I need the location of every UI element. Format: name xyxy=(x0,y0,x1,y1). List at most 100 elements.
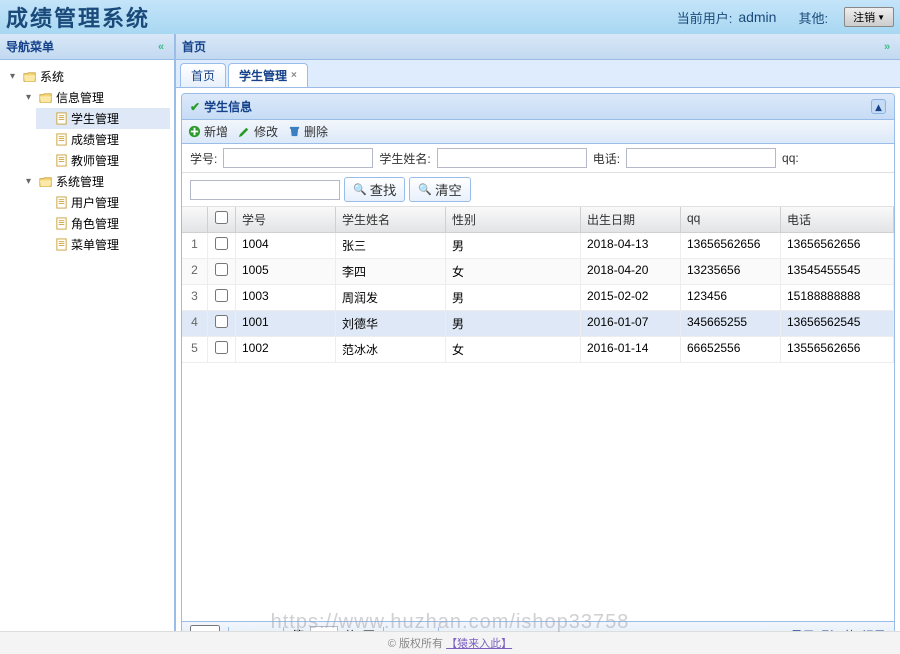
page-icon xyxy=(55,238,68,251)
find-button[interactable]: 🔍 查找 xyxy=(344,177,405,202)
col-tel[interactable]: 电话 xyxy=(781,207,894,232)
tree-node-user-mgmt[interactable]: 用户管理 xyxy=(36,192,170,213)
nav-tree: ▾ 系统 ▾ 信息管理 学生管理 xyxy=(0,60,174,654)
table-row[interactable]: 51002范冰冰女2016-01-146665255613556562656 xyxy=(182,337,894,363)
folder-open-icon xyxy=(23,71,37,83)
row-checkbox[interactable] xyxy=(215,341,228,354)
folder-open-icon xyxy=(39,92,53,104)
collapse-left-icon[interactable]: « xyxy=(154,41,168,53)
col-name[interactable]: 学生姓名 xyxy=(336,207,446,232)
clear-button[interactable]: 🔍 清空 xyxy=(409,177,470,202)
tab-student-mgmt[interactable]: 学生管理 × xyxy=(228,63,308,87)
row-checkbox[interactable] xyxy=(215,237,228,250)
cell-birth: 2016-01-14 xyxy=(581,337,681,362)
app-header: 成绩管理系统 当前用户: admin 其他: 注销 ▼ xyxy=(0,0,900,34)
tree-toggle-icon[interactable]: ▾ xyxy=(26,176,36,187)
cell-tel: 13556562656 xyxy=(781,337,894,362)
select-all-checkbox[interactable] xyxy=(215,211,228,224)
close-icon[interactable]: × xyxy=(291,70,297,81)
current-user-name: admin xyxy=(738,9,776,25)
cell-tel: 13656562545 xyxy=(781,311,894,336)
page-icon xyxy=(55,154,68,167)
cell-qq: 13656562656 xyxy=(681,233,781,258)
cell-id: 1001 xyxy=(236,311,336,336)
tree-node-grade-mgmt[interactable]: 成绩管理 xyxy=(36,129,170,150)
search-row-1: 学号: 学生姓名: 电话: qq: xyxy=(182,144,894,173)
search-icon: 🔍 xyxy=(353,183,367,196)
cell-name: 周润发 xyxy=(336,285,446,310)
search-name-input[interactable] xyxy=(437,148,587,168)
tab-home[interactable]: 首页 xyxy=(180,63,226,87)
search-qq-input[interactable] xyxy=(190,180,340,200)
table-row[interactable]: 31003周润发男2015-02-0212345615188888888 xyxy=(182,285,894,311)
student-info-panel: ✔ 学生信息 ▴ 新增 修改 删除 学号: xyxy=(181,93,895,649)
cell-sex: 男 xyxy=(446,285,581,310)
tree-label: 教师管理 xyxy=(71,152,119,169)
edit-button[interactable]: 修改 xyxy=(238,123,278,140)
tree-node-system[interactable]: ▾ 系统 xyxy=(4,66,170,87)
cell-birth: 2018-04-20 xyxy=(581,259,681,284)
col-birth[interactable]: 出生日期 xyxy=(581,207,681,232)
cell-name: 范冰冰 xyxy=(336,337,446,362)
search-id-label: 学号: xyxy=(190,150,217,167)
main-title: 首页 xyxy=(182,38,206,55)
row-number: 5 xyxy=(182,337,208,362)
cell-tel: 13656562656 xyxy=(781,233,894,258)
footer: © 版权所有 【猿来入此】 xyxy=(0,631,900,654)
col-sex[interactable]: 性别 xyxy=(446,207,581,232)
tabs-bar: 首页 学生管理 × xyxy=(176,60,900,88)
tree-label: 菜单管理 xyxy=(71,236,119,253)
grid-header: 学号 学生姓名 性别 出生日期 qq 电话 xyxy=(182,207,894,233)
cell-qq: 13235656 xyxy=(681,259,781,284)
find-label: 查找 xyxy=(370,180,397,199)
table-row[interactable]: 41001刘德华男2016-01-0734566525513656562545 xyxy=(182,311,894,337)
row-checkbox[interactable] xyxy=(215,289,228,302)
page-icon xyxy=(55,196,68,209)
cell-tel: 13545455545 xyxy=(781,259,894,284)
logout-label: 注销 xyxy=(853,9,875,25)
collapse-up-icon[interactable]: ▴ xyxy=(871,99,886,114)
tab-label: 学生管理 xyxy=(239,67,287,84)
cell-qq: 345665255 xyxy=(681,311,781,336)
cell-birth: 2015-02-02 xyxy=(581,285,681,310)
panel-title: 学生信息 xyxy=(204,98,252,115)
tree-node-teacher-mgmt[interactable]: 教师管理 xyxy=(36,150,170,171)
tree-label: 学生管理 xyxy=(71,110,119,127)
cell-sex: 女 xyxy=(446,337,581,362)
search-icon: 🔍 xyxy=(418,183,432,196)
clear-label: 清空 xyxy=(435,180,462,199)
delete-button[interactable]: 删除 xyxy=(288,123,328,140)
tree-toggle-icon[interactable]: ▾ xyxy=(26,92,36,103)
tree-node-menu-mgmt[interactable]: 菜单管理 xyxy=(36,234,170,255)
row-checkbox[interactable] xyxy=(215,315,228,328)
tree-toggle-icon[interactable]: ▾ xyxy=(10,71,20,82)
tree-node-student-mgmt[interactable]: 学生管理 xyxy=(36,108,170,129)
search-tel-label: 电话: xyxy=(593,150,620,167)
tree-node-sys-mgmt[interactable]: ▾ 系统管理 xyxy=(20,171,170,192)
sidebar-header: 导航菜单 « xyxy=(0,34,174,60)
footer-link[interactable]: 【猿来入此】 xyxy=(446,638,512,650)
table-row[interactable]: 11004张三男2018-04-131365656265613656562656 xyxy=(182,233,894,259)
col-id[interactable]: 学号 xyxy=(236,207,336,232)
tab-label: 首页 xyxy=(191,67,215,84)
pencil-icon xyxy=(238,125,251,138)
header-right: 当前用户: admin 其他: 注销 ▼ xyxy=(677,7,894,27)
row-number: 1 xyxy=(182,233,208,258)
page-icon xyxy=(55,133,68,146)
search-tel-input[interactable] xyxy=(626,148,776,168)
tree-label: 角色管理 xyxy=(71,215,119,232)
search-id-input[interactable] xyxy=(223,148,373,168)
main-header: 首页 » xyxy=(176,34,900,60)
table-row[interactable]: 21005李四女2018-04-201323565613545455545 xyxy=(182,259,894,285)
col-qq[interactable]: qq xyxy=(681,207,781,232)
cell-name: 刘德华 xyxy=(336,311,446,336)
other-label: 其他: xyxy=(798,8,828,27)
add-button[interactable]: 新增 xyxy=(188,123,228,140)
tree-node-role-mgmt[interactable]: 角色管理 xyxy=(36,213,170,234)
logout-button[interactable]: 注销 ▼ xyxy=(844,7,894,27)
tree-node-info-mgmt[interactable]: ▾ 信息管理 xyxy=(20,87,170,108)
collapse-right-icon[interactable]: » xyxy=(880,41,894,53)
row-checkbox[interactable] xyxy=(215,263,228,276)
tree-label: 系统管理 xyxy=(56,173,104,190)
page-icon xyxy=(55,112,68,125)
